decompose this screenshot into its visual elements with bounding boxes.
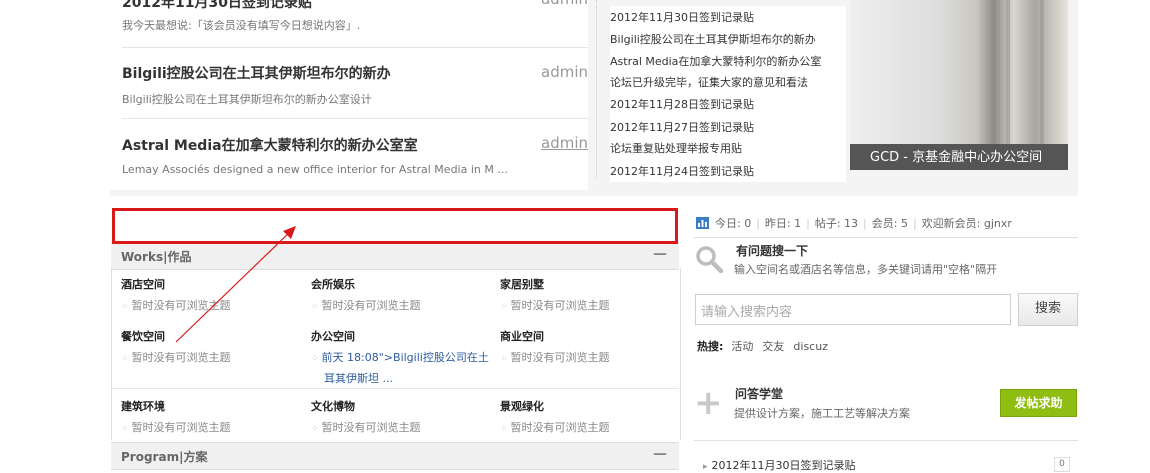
reply-count-badge: 0 — [1054, 457, 1070, 472]
post-desc: 我今天最想说:「该会员没有填写今日想说内容」. — [122, 19, 361, 32]
category-club[interactable]: 会所娱乐 ⁘ 暂时没有可浏览主题 — [311, 276, 491, 317]
category-name[interactable]: 商业空间 — [500, 328, 680, 344]
collapse-icon[interactable]: — — [653, 446, 667, 462]
category-name[interactable]: 文化博物 — [311, 398, 491, 414]
category-office[interactable]: 办公空间 ⁘ 前天 18:08">Bilgili控股公司在土耳其伊斯坦 ... — [311, 328, 489, 388]
post-author[interactable]: admin — [541, 63, 588, 81]
thread-link[interactable]: Astral Media在加拿大蒙特利尔的新办公室 — [610, 53, 821, 69]
category-name[interactable]: 会所娱乐 — [311, 276, 491, 292]
bullet-icon: ⁘ — [311, 354, 319, 364]
recent-thread-title[interactable]: 2012年11月30日签到记录贴 — [712, 459, 856, 472]
qa-title: 问答学堂 — [735, 387, 784, 401]
category-info: 暂时没有可浏览主题 — [321, 299, 421, 312]
category-architecture[interactable]: 建筑环境 ⁘ 暂时没有可浏览主题 — [121, 398, 301, 439]
category-info: 暂时没有可浏览主题 — [510, 299, 610, 312]
bullet-icon: ⁘ — [121, 424, 129, 434]
slideshow-image[interactable]: GCD - 京基金融中心办公空间 — [850, 0, 1068, 170]
hot-keyword[interactable]: 活动 — [731, 340, 753, 353]
category-landscape[interactable]: 景观绿化 ⁘ 暂时没有可浏览主题 — [500, 398, 680, 439]
photo-detail — [1040, 0, 1044, 144]
column-divider — [596, 0, 597, 178]
category-name[interactable]: 建筑环境 — [121, 398, 301, 414]
thread-link[interactable]: 2012年11月27日签到记录贴 — [610, 119, 754, 135]
divider — [694, 440, 1078, 441]
category-villa[interactable]: 家居别墅 ⁘ 暂时没有可浏览主题 — [500, 276, 680, 317]
slideshow-caption[interactable]: GCD - 京基金融中心办公空间 — [870, 146, 1042, 165]
hot-keyword[interactable]: 交友 — [762, 340, 784, 353]
post-author[interactable]: admin — [541, 0, 588, 8]
bullet-icon: ⁘ — [500, 354, 508, 364]
post-title[interactable]: 2012年11月30日签到记录贴 — [122, 0, 312, 12]
post-item[interactable]: Bilgili控股公司在土耳其伊斯坦布尔的新办 admin Bilgili控股公… — [122, 47, 588, 119]
category-info: 暂时没有可浏览主题 — [131, 299, 231, 312]
search-hint: 输入空间名或酒店名等信息，多关键词请用"空格"隔开 — [734, 263, 998, 276]
divider — [694, 237, 1078, 238]
thread-link[interactable]: 2012年11月28日签到记录贴 — [610, 96, 754, 112]
highlight-box — [112, 208, 678, 244]
magnifier-icon — [696, 246, 724, 274]
stat-yesterday: 昨日: 1 — [764, 217, 802, 230]
program-panel-header: Program|方案 — — [111, 442, 679, 470]
thread-link[interactable]: 2012年11月24日签到记录贴 — [610, 163, 754, 179]
bullet-icon: ⁘ — [500, 302, 508, 312]
post-title[interactable]: Bilgili控股公司在土耳其伊斯坦布尔的新办 — [122, 63, 391, 83]
stat-newest-member[interactable]: 欢迎新会员: gjnxr — [922, 217, 1012, 230]
category-dining[interactable]: 餐饮空间 ⁘ 暂时没有可浏览主题 — [121, 328, 301, 369]
thread-link[interactable]: 论坛已升级完毕，征集大家的意见和看法 — [610, 74, 808, 90]
hot-keyword[interactable]: discuz — [793, 340, 828, 353]
category-name[interactable]: 餐饮空间 — [121, 328, 301, 344]
category-name[interactable]: 景观绿化 — [500, 398, 680, 414]
search-button[interactable]: 搜索 — [1018, 293, 1078, 326]
plus-icon: + — [694, 383, 723, 423]
forum-stats: 今日: 0 | 昨日: 1 | 帖子: 13 | 会员: 5 | 欢迎新会员: gjnxr — [696, 215, 1096, 235]
post-desc: Bilgili控股公司在土耳其伊斯坦布尔的新办公室设计 — [122, 93, 372, 106]
category-name[interactable]: 酒店空间 — [121, 276, 301, 292]
hot-label: 热搜: — [697, 340, 724, 353]
category-info: 暂时没有可浏览主题 — [131, 351, 231, 364]
bullet-icon: ⁘ — [121, 354, 129, 364]
photo-detail — [1006, 0, 1010, 144]
category-info: 暂时没有可浏览主题 — [321, 421, 421, 434]
category-info: 暂时没有可浏览主题 — [131, 421, 231, 434]
program-panel-title: Program|方案 — [121, 450, 208, 464]
row-divider — [111, 388, 679, 389]
thread-list: 2012年11月30日签到记录贴 Bilgili控股公司在土耳其伊斯坦布尔的新办… — [610, 6, 846, 182]
category-info: 暂时没有可浏览主题 — [510, 351, 610, 364]
stat-posts: 帖子: 13 — [814, 217, 859, 230]
bullet-icon: ⁘ — [500, 424, 508, 434]
bullet-icon: ⁘ — [311, 302, 319, 312]
thread-link[interactable]: 2012年11月30日签到记录贴 — [610, 9, 754, 25]
category-commercial[interactable]: 商业空间 ⁘ 暂时没有可浏览主题 — [500, 328, 680, 369]
post-item[interactable]: 2012年11月30日签到记录贴 admin 我今天最想说:「该会员没有填写今日… — [122, 0, 588, 48]
search-title: 有问题搜一下 — [736, 244, 809, 258]
post-desc: Lemay Associés designed a new office int… — [122, 163, 508, 176]
category-hotel[interactable]: 酒店空间 ⁘ 暂时没有可浏览主题 — [121, 276, 301, 317]
bullet-icon: ⁘ — [121, 302, 129, 312]
post-author[interactable]: admin — [541, 134, 588, 152]
stat-members: 会员: 5 — [871, 217, 908, 230]
works-panel-header: Works|作品 — — [111, 242, 679, 270]
qa-subtitle: 提供设计方案，施工工艺等解决方案 — [734, 407, 910, 420]
search-input[interactable]: 请输入搜索内容 — [695, 294, 1011, 325]
post-item[interactable]: Astral Media在加拿大蒙特利尔的新办公室室 admin Lemay A… — [122, 118, 588, 190]
latest-posts: 2012年11月30日签到记录贴 admin 我今天最想说:「该会员没有填写今日… — [110, 0, 588, 190]
photo-detail — [996, 0, 1000, 144]
post-title[interactable]: Astral Media在加拿大蒙特利尔的新办公室室 — [122, 135, 418, 155]
category-name[interactable]: 家居别墅 — [500, 276, 680, 292]
thread-link[interactable]: Bilgili控股公司在土耳其伊斯坦布尔的新办 — [610, 31, 816, 47]
bullet-icon: ⁘ — [311, 424, 319, 434]
ask-for-help-button[interactable]: 发帖求助 — [1000, 389, 1077, 417]
category-culture[interactable]: 文化博物 ⁘ 暂时没有可浏览主题 — [311, 398, 491, 439]
stats-chart-icon — [696, 217, 709, 229]
category-name[interactable]: 办公空间 — [311, 328, 489, 344]
works-panel-title: Works|作品 — [121, 250, 192, 264]
works-panel: 酒店空间 ⁘ 暂时没有可浏览主题 会所娱乐 ⁘ 暂时没有可浏览主题 家居别墅 ⁘ 暂时… — [111, 268, 681, 440]
stat-today: 今日: 0 — [715, 217, 752, 230]
thread-link[interactable]: 论坛重复贴处理举报专用贴 — [610, 140, 742, 156]
hot-searches: 热搜: 活动 交友 discuz — [697, 338, 837, 354]
category-latest-link[interactable]: 前天 18:08">Bilgili控股公司在土耳其伊斯坦 ... — [322, 351, 489, 385]
category-info: 暂时没有可浏览主题 — [510, 421, 610, 434]
collapse-icon[interactable]: — — [653, 246, 667, 262]
